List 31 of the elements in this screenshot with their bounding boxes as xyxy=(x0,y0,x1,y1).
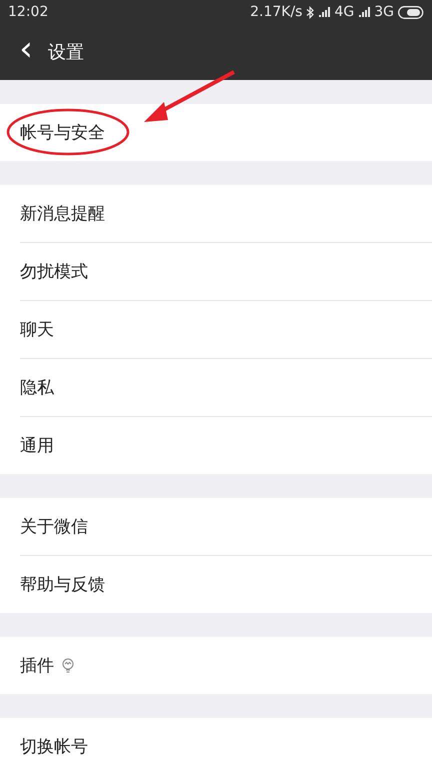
item-label: 新消息提醒 xyxy=(20,203,105,225)
item-label: 帐号与安全 xyxy=(20,122,105,144)
item-label: 关于微信 xyxy=(20,516,88,538)
clock: 12:02 xyxy=(8,4,48,20)
item-label: 帮助与反馈 xyxy=(20,574,105,596)
network-type: 3G xyxy=(374,4,394,20)
signal-icon xyxy=(318,6,330,18)
settings-item[interactable]: 隐私 xyxy=(20,359,432,417)
settings-item[interactable]: 帐号与安全 xyxy=(20,104,432,161)
page-title: 设置 xyxy=(48,41,84,64)
item-label: 勿扰模式 xyxy=(20,261,88,283)
settings-item[interactable]: 插件 xyxy=(20,637,432,694)
back-button[interactable]: ‹ xyxy=(12,32,40,72)
item-label: 插件 xyxy=(20,655,54,677)
settings-item[interactable]: 聊天 xyxy=(20,301,432,359)
signal-icon xyxy=(358,6,370,18)
settings-item[interactable]: 帮助与反馈 xyxy=(20,556,432,613)
bluetooth-icon xyxy=(306,6,314,18)
network-speed: 2.17K/s xyxy=(250,4,302,20)
item-label: 切换帐号 xyxy=(20,736,88,758)
settings-item[interactable]: 勿扰模式 xyxy=(20,243,432,301)
battery-icon xyxy=(398,6,424,18)
settings-item[interactable]: 切换帐号 xyxy=(20,718,432,768)
item-label: 隐私 xyxy=(20,377,54,399)
item-label: 通用 xyxy=(20,435,54,457)
settings-item[interactable]: 关于微信 xyxy=(20,498,432,556)
item-label: 聊天 xyxy=(20,319,54,341)
settings-item[interactable]: 通用 xyxy=(20,417,432,474)
lightbulb-icon xyxy=(62,658,74,673)
network-type: 4G xyxy=(334,4,354,20)
settings-item[interactable]: 新消息提醒 xyxy=(20,185,432,243)
